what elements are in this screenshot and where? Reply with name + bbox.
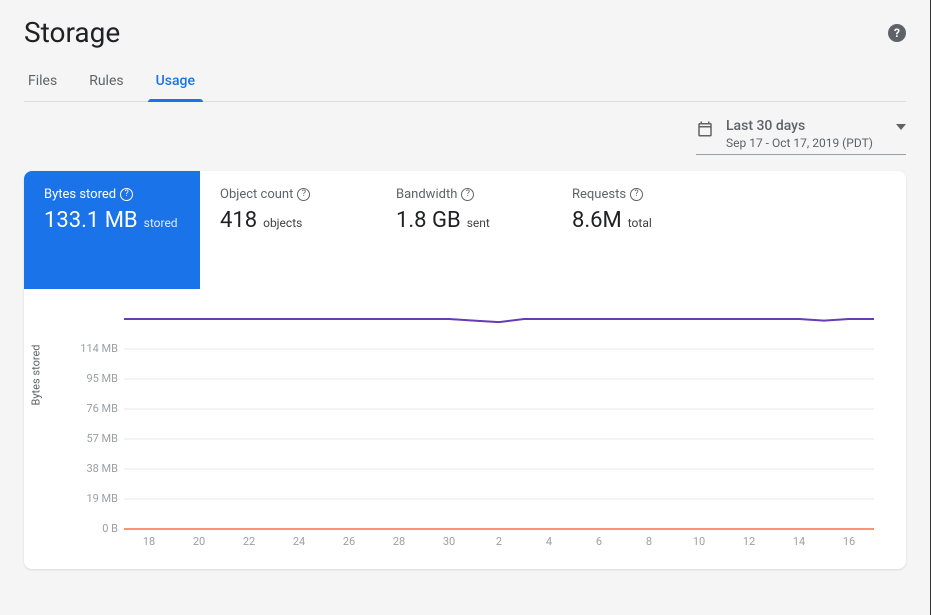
date-range-picker[interactable]: Last 30 days Sep 17 - Oct 17, 2019 (PDT) xyxy=(696,118,906,155)
svg-text:2: 2 xyxy=(496,535,502,548)
date-range-value: Sep 17 - Oct 17, 2019 (PDT) xyxy=(726,136,884,150)
svg-text:24: 24 xyxy=(293,535,305,548)
usage-chart: 0 B19 MB38 MB57 MB76 MB95 MB114 MB182022… xyxy=(64,309,884,559)
metrics-row: Bytes stored ? 133.1 MB stored Object co… xyxy=(24,171,906,289)
metric-value: 8.6M xyxy=(572,208,622,233)
date-range-label: Last 30 days xyxy=(726,118,884,134)
metric-object-count[interactable]: Object count ? 418 objects xyxy=(200,171,376,289)
tab-rules[interactable]: Rules xyxy=(85,73,127,101)
svg-text:26: 26 xyxy=(343,535,355,548)
svg-text:18: 18 xyxy=(143,535,155,548)
help-icon[interactable]: ? xyxy=(888,24,906,42)
metric-title-label: Requests xyxy=(572,187,626,202)
metric-suffix: total xyxy=(628,216,652,230)
info-icon[interactable]: ? xyxy=(120,188,133,201)
svg-text:19 MB: 19 MB xyxy=(86,492,118,505)
info-icon[interactable]: ? xyxy=(297,188,310,201)
svg-text:10: 10 xyxy=(693,535,705,548)
metric-value: 1.8 GB xyxy=(396,208,461,233)
info-icon[interactable]: ? xyxy=(630,188,643,201)
tabs: Files Rules Usage xyxy=(24,73,906,102)
metric-suffix: stored xyxy=(144,216,178,230)
metric-value: 418 xyxy=(220,208,257,233)
calendar-icon xyxy=(696,120,714,138)
metric-value: 133.1 MB xyxy=(44,208,138,233)
svg-text:4: 4 xyxy=(546,535,552,548)
svg-text:38 MB: 38 MB xyxy=(86,462,118,475)
svg-text:95 MB: 95 MB xyxy=(86,372,118,385)
svg-text:28: 28 xyxy=(393,535,405,548)
svg-text:14: 14 xyxy=(793,535,805,548)
chart-area: Bytes stored 0 B 19 MB 38 MB 57 MB 76 MB 95 M… xyxy=(24,289,906,569)
svg-text:22: 22 xyxy=(243,535,255,548)
tab-files[interactable]: Files xyxy=(24,73,61,101)
metric-suffix: sent xyxy=(467,216,490,230)
chevron-down-icon xyxy=(896,122,906,132)
svg-text:20: 20 xyxy=(193,535,205,548)
svg-text:76 MB: 76 MB xyxy=(86,402,118,415)
metric-bytes-stored[interactable]: Bytes stored ? 133.1 MB stored xyxy=(24,171,200,289)
metric-title-label: Object count xyxy=(220,187,293,202)
svg-text:16: 16 xyxy=(843,535,855,548)
tab-usage[interactable]: Usage xyxy=(152,73,199,101)
metric-title-label: Bandwidth xyxy=(396,187,457,202)
svg-text:57 MB: 57 MB xyxy=(86,432,118,445)
svg-text:114 MB: 114 MB xyxy=(80,342,118,355)
metric-requests[interactable]: Requests ? 8.6M total xyxy=(552,171,728,289)
svg-text:30: 30 xyxy=(443,535,455,548)
chart-y-axis-label: Bytes stored xyxy=(30,345,43,406)
svg-text:8: 8 xyxy=(646,535,652,548)
metric-title-label: Bytes stored xyxy=(44,187,116,202)
svg-text:6: 6 xyxy=(596,535,602,548)
metric-suffix: objects xyxy=(263,216,302,230)
page-title: Storage xyxy=(24,16,120,49)
svg-text:0 B: 0 B xyxy=(102,522,118,535)
metric-bandwidth[interactable]: Bandwidth ? 1.8 GB sent xyxy=(376,171,552,289)
usage-card: Bytes stored ? 133.1 MB stored Object co… xyxy=(24,171,906,569)
info-icon[interactable]: ? xyxy=(461,188,474,201)
svg-text:12: 12 xyxy=(743,535,755,548)
